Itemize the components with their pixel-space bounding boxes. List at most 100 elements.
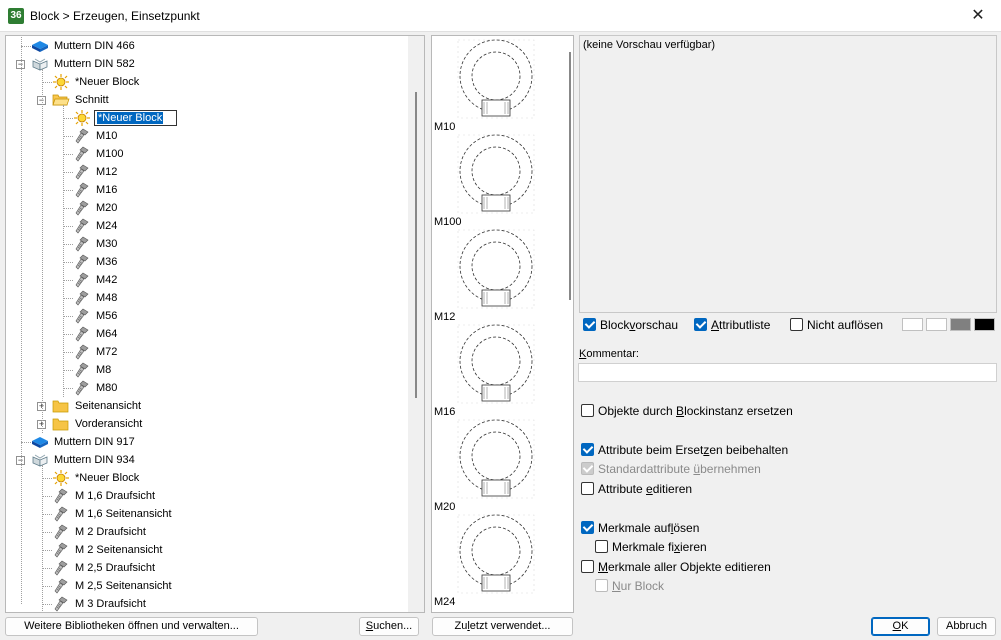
white-background-swatch[interactable] — [902, 318, 923, 331]
tree-connector — [42, 532, 52, 533]
eye-nut-drawing-icon — [457, 514, 535, 594]
tree-node[interactable]: M8 — [6, 361, 410, 379]
tree-node[interactable]: M56 — [6, 307, 410, 325]
block-thumbnail[interactable]: M16 — [434, 323, 558, 418]
new-block-icon — [52, 470, 70, 486]
bolt-icon — [73, 344, 91, 360]
tree-connector — [21, 37, 22, 604]
tree-node[interactable]: + Seitenansicht — [6, 397, 410, 415]
checkbox-box[interactable] — [790, 318, 803, 331]
thumbnail-label: M24 — [434, 596, 456, 608]
checkbox-box[interactable] — [581, 443, 594, 456]
open-libraries-button[interactable]: Weitere Bibliotheken öffnen und verwalte… — [5, 617, 258, 636]
tree-node-label: Muttern DIN 466 — [54, 40, 135, 52]
block-thumbnail[interactable]: M20 — [434, 418, 558, 513]
tree-node[interactable]: M12 — [6, 163, 410, 181]
tree-node[interactable]: M24 — [6, 217, 410, 235]
tree-node[interactable]: M 2,5 Draufsicht — [6, 559, 410, 577]
tree-connector — [63, 105, 64, 397]
tree-node[interactable]: *Neuer Block — [6, 109, 410, 127]
tree-node[interactable]: M 2 Draufsicht — [6, 523, 410, 541]
tree-node[interactable]: M30 — [6, 235, 410, 253]
block-thumbnail[interactable]: M100 — [434, 133, 558, 228]
comment-input[interactable] — [578, 363, 997, 382]
dissolve-features-checkbox[interactable]: Merkmale auflösen — [581, 520, 699, 536]
tree-node[interactable]: − Muttern DIN 934 — [6, 451, 410, 469]
edit-all-features-checkbox[interactable]: Merkmale aller Objekte editieren — [581, 559, 771, 575]
tree-node-label: M80 — [96, 382, 118, 394]
fix-features-checkbox[interactable]: Merkmale fixieren — [595, 539, 707, 555]
tree-node-label: M12 — [96, 166, 118, 178]
bolt-icon — [73, 272, 91, 288]
tree-node[interactable]: *Neuer Block — [6, 73, 410, 91]
tree-node[interactable]: M48 — [6, 289, 410, 307]
cancel-button[interactable]: Abbruch — [937, 617, 996, 636]
bolt-icon — [52, 488, 70, 504]
checkbox-box[interactable] — [581, 560, 594, 573]
tree-node[interactable]: M 3 Draufsicht — [6, 595, 410, 612]
tree-node[interactable]: M42 — [6, 271, 410, 289]
checkbox-box[interactable] — [581, 404, 594, 417]
replace-by-instance-checkbox[interactable]: Objekte durch Blockinstanz ersetzen — [581, 403, 793, 419]
blockvorschau-checkbox[interactable]: Blockvorschau — [583, 317, 678, 333]
tree-node[interactable]: − Schnitt — [6, 91, 410, 109]
ok-button[interactable]: OK — [871, 617, 930, 636]
tree-node[interactable]: M10 — [6, 127, 410, 145]
edit-attributes-checkbox[interactable]: Attribute editieren — [581, 481, 692, 497]
tree-node[interactable]: M64 — [6, 325, 410, 343]
bolt-icon — [73, 308, 91, 324]
tree-node[interactable]: + Vorderansicht — [6, 415, 410, 433]
tree-node-label: M 2 Seitenansicht — [75, 544, 163, 556]
tree-node-label: M 3 Draufsicht — [75, 598, 146, 610]
tree-node[interactable]: Muttern DIN 466 — [6, 37, 410, 55]
black-background-swatch[interactable] — [974, 318, 995, 331]
tree-connector — [42, 604, 52, 605]
tree-node[interactable]: M 2 Seitenansicht — [6, 541, 410, 559]
tree-scrollbar[interactable] — [408, 36, 424, 612]
block-library-tree[interactable]: Muttern DIN 466 − Muttern DIN 582 *Neuer Bl… — [5, 35, 425, 613]
tree-node[interactable]: M20 — [6, 199, 410, 217]
tree-node[interactable]: Muttern DIN 917 — [6, 433, 410, 451]
gray-background-swatch[interactable] — [950, 318, 971, 331]
tree-node-label: M8 — [96, 364, 112, 376]
checkbox-box[interactable] — [595, 540, 608, 553]
rename-input[interactable]: *Neuer Block — [94, 110, 178, 126]
block-thumbnail-list[interactable]: M10 M100 M12 M16 M20 M24 — [431, 35, 574, 613]
bolt-icon — [52, 542, 70, 558]
search-button[interactable]: Suchen... — [359, 617, 419, 636]
keep-attributes-checkbox[interactable]: Attribute beim Ersetzen beibehalten — [581, 442, 788, 458]
tree-scrollbar-thumb[interactable] — [415, 92, 417, 398]
recently-used-button[interactable]: Zuletzt verwendet... — [432, 617, 573, 636]
default-attributes-checkbox: Standardattribute übernehmen — [581, 461, 761, 477]
tree-node-label: *Neuer Block — [75, 76, 140, 88]
tree-node[interactable]: M80 — [6, 379, 410, 397]
tree-node[interactable]: M36 — [6, 253, 410, 271]
thumbnail-scrollbar[interactable] — [569, 52, 571, 300]
tree-node[interactable]: M72 — [6, 343, 410, 361]
tree-node[interactable]: M 2,5 Seitenansicht — [6, 577, 410, 595]
tree-node[interactable]: *Neuer Block — [6, 469, 410, 487]
block-thumbnail[interactable]: M10 — [434, 38, 558, 133]
rename-selected-text: *Neuer Block — [97, 112, 164, 124]
tree-node[interactable]: M 1,6 Seitenansicht — [6, 505, 410, 523]
checkbox-box[interactable] — [581, 521, 594, 534]
checkbox-box — [581, 462, 594, 475]
close-button[interactable]: ✕ — [955, 0, 1001, 32]
tree-connector — [42, 514, 52, 515]
tree-node[interactable]: M 1,6 Draufsicht — [6, 487, 410, 505]
block-thumbnail[interactable]: M24 — [434, 513, 558, 608]
checkbox-box[interactable] — [583, 318, 596, 331]
checkbox-box[interactable] — [581, 482, 594, 495]
block-thumbnail[interactable]: M12 — [434, 228, 558, 323]
light-background-swatch[interactable] — [926, 318, 947, 331]
tree-node[interactable]: M16 — [6, 181, 410, 199]
tree-connector — [42, 496, 52, 497]
checkbox-box — [595, 579, 608, 592]
nicht-aufloesen-checkbox[interactable]: Nicht auflösen — [790, 317, 883, 333]
tree-node-label: M 2,5 Draufsicht — [75, 562, 156, 574]
checkbox-box[interactable] — [694, 318, 707, 331]
tree-node[interactable]: M100 — [6, 145, 410, 163]
tree-connector — [63, 298, 73, 299]
tree-node[interactable]: − Muttern DIN 582 — [6, 55, 410, 73]
attributliste-checkbox[interactable]: Attributliste — [694, 317, 770, 333]
